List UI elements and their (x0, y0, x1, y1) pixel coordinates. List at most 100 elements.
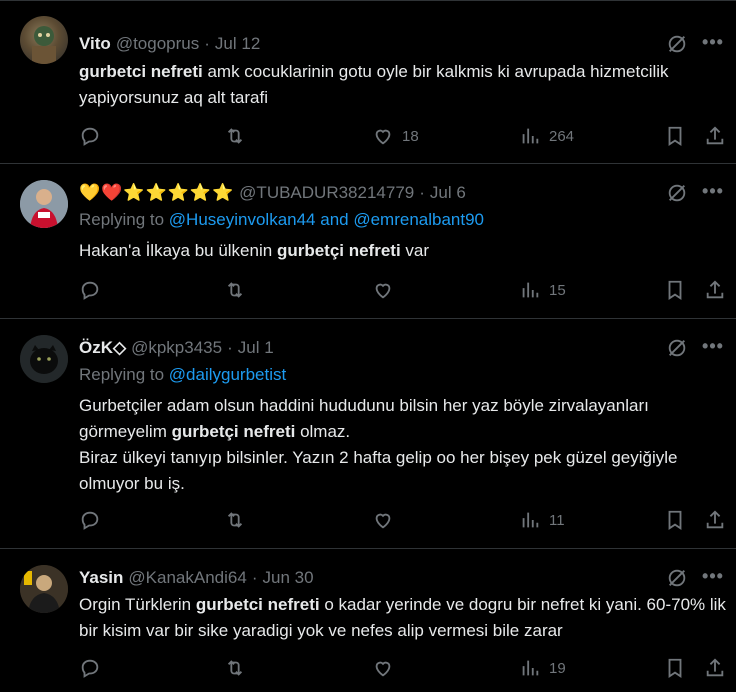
reply-button[interactable] (79, 279, 101, 301)
tweet-text-line: Biraz ülkeyi tanıyıp bilsinler. Yazın 2 … (79, 448, 678, 493)
share-button[interactable] (704, 657, 726, 679)
grok-icon[interactable] (666, 567, 688, 589)
share-icon (706, 280, 724, 299)
retweet-icon (227, 512, 243, 528)
tweet-header: ÖzK◇ @kpkp3435 · Jul 1 (79, 338, 274, 358)
replying-prefix: Replying to (79, 365, 169, 384)
bookmark-button[interactable] (664, 125, 686, 147)
view-count: 19 (549, 659, 566, 677)
display-name[interactable]: Vito (79, 34, 111, 54)
user-handle[interactable]: @KanakAndi64 (128, 568, 246, 588)
share-button[interactable] (704, 125, 726, 147)
separator-dot: · (419, 183, 425, 202)
tweet-date[interactable]: Jul 1 (238, 338, 274, 358)
tweet[interactable]: 💛❤️⭐⭐⭐⭐⭐ @TUBADUR38214779 · Jul 6 ••• Re… (0, 164, 736, 319)
like-button[interactable] (372, 279, 394, 301)
tweet-actions: 18 264 (79, 125, 724, 149)
retweet-icon (227, 282, 243, 298)
view-count: 264 (549, 127, 575, 145)
mention-link[interactable]: @emrenalbant90 (353, 210, 484, 229)
mention-link[interactable]: @dailygurbetist (169, 365, 286, 384)
replying-to: Replying to @Huseyinvolkan44 and @emrena… (79, 210, 484, 230)
reply-button[interactable] (79, 657, 101, 679)
highlight-term: gurbetci nefreti (79, 62, 203, 81)
tweet-date[interactable]: Jul 6 (430, 183, 466, 203)
display-name[interactable]: ÖzK◇ (79, 338, 126, 358)
more-icon[interactable]: ••• (702, 567, 724, 590)
user-handle[interactable]: @kpkp3435 (131, 338, 222, 358)
views-icon (522, 660, 539, 676)
share-button[interactable] (704, 509, 726, 531)
retweet-icon (227, 128, 243, 144)
separator-dot: · (227, 338, 233, 357)
share-button[interactable] (704, 279, 726, 301)
view-count: 15 (549, 281, 566, 299)
grok-icon[interactable] (666, 337, 688, 359)
share-icon (706, 658, 724, 677)
more-icon[interactable]: ••• (702, 337, 724, 360)
reply-icon (81, 127, 99, 146)
avatar[interactable] (20, 16, 68, 64)
like-button[interactable]: 18 (372, 125, 419, 147)
bookmark-button[interactable] (664, 509, 686, 531)
replying-to: Replying to @dailygurbetist (79, 365, 286, 385)
retweet-button[interactable] (224, 279, 246, 301)
tweet-header: 💛❤️⭐⭐⭐⭐⭐ @TUBADUR38214779 · Jul 6 (79, 183, 466, 203)
views-button[interactable]: 19 (519, 657, 566, 679)
more-icon[interactable]: ••• (702, 182, 724, 205)
views-icon (522, 128, 539, 144)
replying-and[interactable]: and (316, 210, 354, 229)
user-handle[interactable]: @TUBADUR38214779 (239, 183, 414, 203)
tweet-text: Hakan'a İlkaya bu ülkenin gurbetçi nefre… (79, 238, 729, 264)
grok-icon[interactable] (666, 33, 688, 55)
bookmark-button[interactable] (664, 657, 686, 679)
like-icon (375, 661, 391, 677)
like-button[interactable] (372, 509, 394, 531)
tweet-date[interactable]: Jul 12 (215, 34, 260, 54)
retweet-button[interactable] (224, 125, 246, 147)
display-name[interactable]: 💛❤️⭐⭐⭐⭐⭐ (79, 183, 234, 203)
views-button[interactable]: 264 (519, 125, 574, 147)
views-icon (522, 282, 539, 298)
bookmark-icon (668, 280, 682, 300)
share-icon (706, 510, 724, 529)
views-button[interactable]: 15 (519, 279, 566, 301)
bookmark-button[interactable] (664, 279, 686, 301)
tweet[interactable]: ÖzK◇ @kpkp3435 · Jul 1 ••• Replying to @… (0, 319, 736, 549)
avatar[interactable] (20, 565, 68, 613)
like-icon (375, 513, 391, 529)
grok-icon[interactable] (666, 182, 688, 204)
views-button[interactable]: 11 (519, 509, 565, 531)
tweet-header: Yasin @KanakAndi64 · Jun 30 (79, 568, 314, 588)
separator-dot: · (204, 34, 210, 53)
replying-prefix: Replying to (79, 210, 169, 229)
tweet-text-body: var (400, 241, 430, 260)
tweet[interactable]: Yasin @KanakAndi64 · Jun 30 ••• Orgin Tü… (0, 549, 736, 692)
retweet-button[interactable] (224, 657, 246, 679)
view-count: 11 (549, 511, 565, 529)
tweet-text-line: görmeyelim gurbetçi nefreti olmaz. (79, 419, 729, 445)
tweet-text-body: olmaz. (295, 422, 351, 441)
mention-link[interactable]: @Huseyinvolkan44 (169, 210, 316, 229)
tweet-actions: 15 (79, 279, 724, 303)
tweet-text-body: Hakan'a İlkaya bu ülkenin (79, 241, 277, 260)
avatar[interactable] (20, 335, 68, 383)
tweet-text-line: Gurbetçiler adam olsun haddini hududunu … (79, 396, 649, 415)
avatar[interactable] (20, 180, 68, 228)
retweet-icon (227, 660, 243, 676)
tweet-date[interactable]: Jun 30 (263, 568, 314, 588)
bookmark-icon (668, 510, 682, 530)
highlight-term: gurbetçi nefreti (171, 422, 296, 441)
display-name[interactable]: Yasin (79, 568, 123, 588)
like-button[interactable] (372, 657, 394, 679)
reply-button[interactable] (79, 509, 101, 531)
reply-icon (81, 511, 99, 530)
tweet-text: gurbetci nefreti amk cocuklarinin gotu o… (79, 59, 729, 111)
user-handle[interactable]: @togoprus (116, 34, 199, 54)
like-icon (375, 283, 391, 299)
more-icon[interactable]: ••• (702, 33, 724, 56)
tweet[interactable]: Vito @togoprus · Jul 12 ••• gurbetci nef… (0, 0, 736, 164)
tweet-actions: 11 (79, 509, 724, 533)
retweet-button[interactable] (224, 509, 246, 531)
reply-button[interactable] (79, 125, 101, 147)
